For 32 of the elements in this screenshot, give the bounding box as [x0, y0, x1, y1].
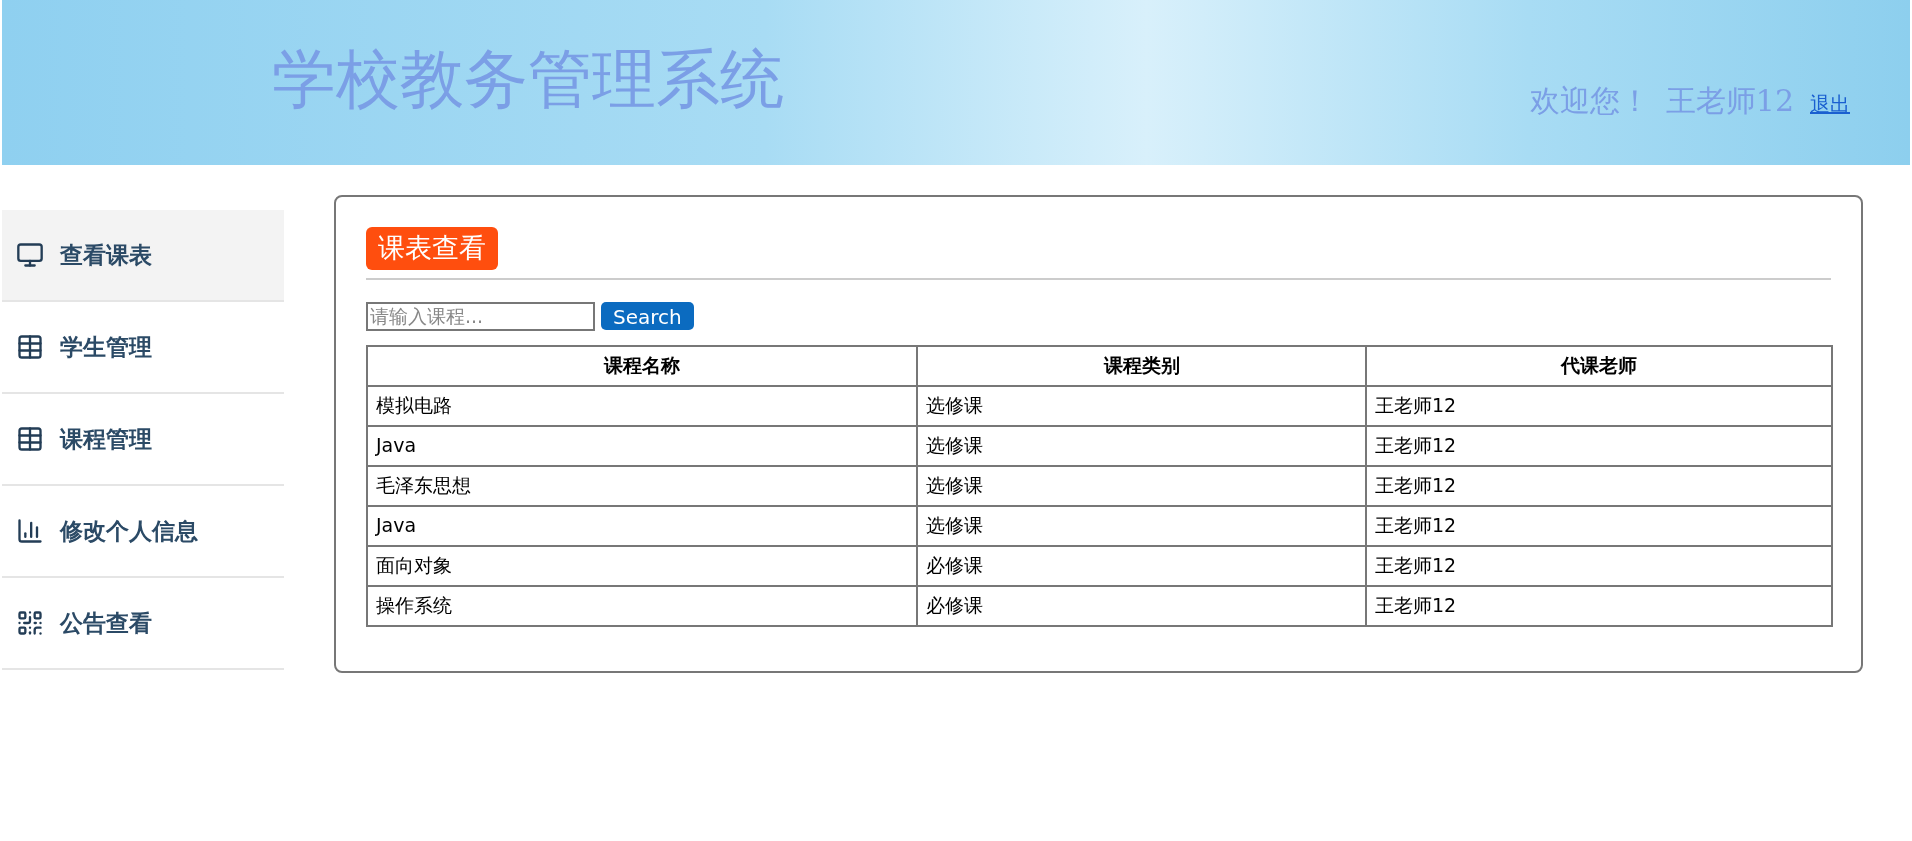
table-cell: 选修课 [917, 465, 1366, 506]
table-cell: 王老师12 [1366, 585, 1832, 626]
table-cell: 选修课 [917, 505, 1366, 546]
column-header: 代课老师 [1366, 345, 1832, 386]
table-cell: 选修课 [917, 385, 1366, 426]
table-cell: 王老师12 [1366, 425, 1832, 466]
table-cell: 选修课 [917, 425, 1366, 466]
table-cell: Java [367, 425, 917, 466]
search-button[interactable]: Search [601, 302, 694, 330]
table-cell: 必修课 [917, 585, 1366, 626]
column-header: 课程名称 [367, 345, 917, 386]
table-cell: 操作系统 [367, 585, 917, 626]
monitor-icon [16, 241, 44, 269]
table-cell: Java [367, 505, 917, 546]
table-icon [16, 425, 44, 453]
welcome-text: 欢迎您！ [1529, 82, 1650, 120]
logout-link[interactable]: 退出 [1810, 89, 1850, 119]
section-title: 课表查看 [366, 227, 498, 270]
table-cell: 面向对象 [367, 545, 917, 586]
table-cell: 王老师12 [1366, 545, 1832, 586]
table-cell: 毛泽东思想 [367, 465, 917, 506]
table-cell: 王老师12 [1366, 385, 1832, 426]
sidebar-item[interactable]: 查看课表 [2, 210, 284, 302]
bar-chart-icon [16, 517, 44, 545]
table-cell: 必修课 [917, 545, 1366, 586]
table-cell: 王老师12 [1366, 505, 1832, 546]
qr-code-icon [16, 609, 44, 637]
table-icon [16, 333, 44, 361]
table-cell: 模拟电路 [367, 385, 917, 426]
column-header: 课程类别 [917, 345, 1366, 386]
search-field[interactable]: 请输入课程... [366, 301, 595, 331]
table-cell: 王老师12 [1366, 465, 1832, 506]
